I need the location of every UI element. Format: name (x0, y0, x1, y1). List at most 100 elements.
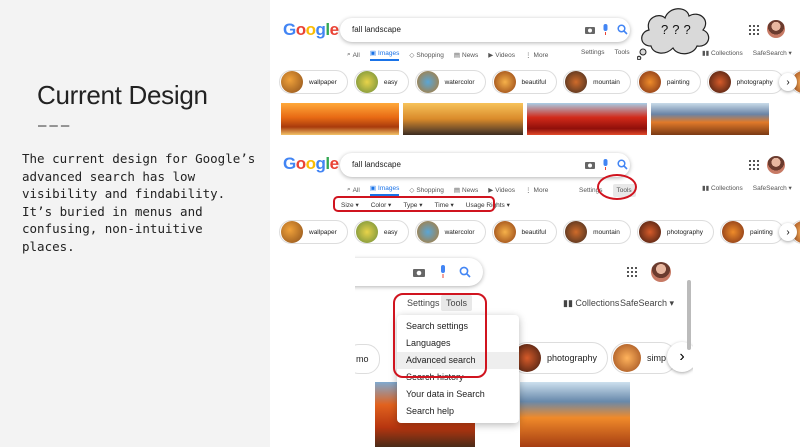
slide-body-text: The current design for Google’s advanced… (22, 151, 256, 254)
image-result[interactable] (527, 103, 647, 135)
tab-news[interactable]: ▤ News (454, 184, 478, 196)
search-icon[interactable] (617, 159, 628, 170)
chips-next-button[interactable]: › (779, 73, 797, 91)
news-icon: ▤ (453, 187, 460, 194)
menu-your-data[interactable]: Your data in Search (397, 386, 519, 403)
chip-painting[interactable]: painting (720, 220, 784, 244)
chip-beautiful[interactable]: beautiful (491, 220, 558, 244)
chip-thumbnail (416, 221, 439, 243)
chip-thumbnail (493, 221, 516, 243)
chip-thumbnail (638, 221, 661, 243)
collections-link[interactable]: ▮▮ Collections (563, 298, 619, 309)
chip-photography[interactable]: photography (636, 220, 715, 244)
search-query[interactable]: fall landscape (352, 160, 401, 169)
search-box[interactable] (355, 258, 483, 286)
menu-search-help[interactable]: Search help (397, 403, 519, 420)
chip-mountain[interactable]: mountain (563, 220, 631, 244)
screenshot-settings-menu: Settings Tools ▮▮ Collections SafeSearch… (355, 252, 693, 447)
search-icon[interactable] (459, 266, 471, 278)
search-box[interactable]: fall landscape (340, 18, 630, 42)
collections-safesearch: ▮▮ Collections SafeSearch ▾ (702, 184, 792, 192)
tab-images[interactable]: ▣ Images (369, 184, 400, 196)
search-icon[interactable] (617, 24, 628, 35)
related-chips: wallpaper easy watercolor beautiful moun… (279, 70, 800, 94)
chip-easy[interactable]: easy (353, 70, 409, 94)
google-logo[interactable]: Google (283, 154, 339, 174)
chip-painting[interactable]: painting (636, 70, 701, 94)
chip-watercolor[interactable]: watercolor (414, 70, 486, 94)
tab-news[interactable]: ▤ News (454, 49, 478, 61)
collections-icon: ▮▮ (563, 298, 576, 308)
camera-icon[interactable] (585, 25, 595, 34)
microphone-icon[interactable] (439, 265, 447, 278)
scrollbar[interactable] (687, 280, 691, 350)
chip-thumbnail (638, 71, 661, 93)
tab-shopping[interactable]: ◇ Shopping (409, 49, 443, 61)
google-logo[interactable]: Google (283, 20, 339, 40)
slide-left-panel: Current Design ——— The current design fo… (0, 0, 270, 447)
apps-grid-icon[interactable] (749, 25, 759, 35)
chevron-right-icon: › (786, 76, 790, 88)
chip-wallpaper[interactable]: wallpaper (279, 70, 348, 94)
search-tabs: ⌕ All ▣ Images ◇ Shopping ▤ News ▶ Videos ⋮ Mo… (347, 184, 548, 196)
chip-wallpaper[interactable]: wallpaper (279, 220, 348, 244)
search-tabs: ⌕ All ▣ Images ◇ Shopping ▤ News ▶ Videos ⋮ Mo… (347, 49, 548, 61)
image-icon: ▣ (369, 50, 377, 57)
video-icon: ▶ (488, 52, 494, 59)
tab-more[interactable]: ⋮ More (525, 49, 548, 61)
apps-grid-icon[interactable] (627, 267, 637, 277)
tools-annotation-circle (597, 174, 637, 200)
news-icon: ▤ (453, 52, 460, 59)
avatar[interactable] (767, 156, 785, 174)
search-query[interactable]: fall landscape (352, 25, 401, 34)
cloud-text: ??? (661, 22, 695, 37)
chip-beautiful[interactable]: beautiful (491, 70, 558, 94)
slide-divider: ——— (38, 118, 73, 134)
chip-easy[interactable]: easy (353, 220, 409, 244)
image-results-row (281, 103, 769, 135)
tag-icon: ◇ (409, 52, 415, 59)
chips-next-button[interactable]: › (779, 223, 797, 241)
tab-all[interactable]: ⌕ All (347, 49, 360, 61)
tab-images[interactable]: ▣ Images (369, 49, 400, 61)
chip-photography[interactable]: photography (706, 70, 784, 94)
search-icon: ⌕ (347, 186, 351, 193)
safesearch-toggle[interactable]: SafeSearch ▾ (620, 298, 674, 309)
settings-tools-links: Settings Tools (581, 49, 630, 56)
microphone-icon[interactable] (602, 24, 609, 35)
image-result[interactable] (520, 382, 630, 447)
image-result[interactable] (651, 103, 769, 135)
camera-icon[interactable] (413, 267, 425, 277)
tab-more[interactable]: ⋮ More (525, 184, 548, 196)
avatar[interactable] (767, 20, 785, 38)
settings-link[interactable]: Settings (581, 49, 605, 56)
camera-icon[interactable] (585, 160, 595, 169)
safesearch-toggle[interactable]: SafeSearch ▾ (753, 184, 792, 192)
chip-thumbnail (613, 344, 641, 372)
chip-partial[interactable]: mo (355, 344, 380, 374)
search-box[interactable]: fall landscape (340, 153, 630, 177)
safesearch-toggle[interactable]: SafeSearch ▾ (753, 49, 792, 57)
image-icon: ▣ (369, 185, 377, 192)
chip-photography[interactable]: photography (511, 342, 609, 374)
related-chips: wallpaper easy watercolor beautiful moun… (279, 220, 800, 244)
avatar[interactable] (651, 262, 671, 282)
tab-videos[interactable]: ▶ Videos (488, 49, 515, 61)
tab-shopping[interactable]: ◇ Shopping (409, 184, 443, 196)
more-icon: ⋮ (525, 187, 532, 194)
tab-all[interactable]: ⌕ All (347, 184, 360, 196)
tab-videos[interactable]: ▶ Videos (488, 184, 515, 196)
image-result[interactable] (403, 103, 523, 135)
chip-thumbnail (281, 221, 303, 243)
collections-link[interactable]: ▮▮ Collections (702, 184, 743, 192)
tag-icon: ◇ (409, 187, 415, 194)
chip-mountain[interactable]: mountain (563, 70, 631, 94)
tools-link[interactable]: Tools (615, 49, 630, 56)
slide-title: Current Design (37, 80, 208, 110)
image-result[interactable] (281, 103, 399, 135)
apps-grid-icon[interactable] (749, 160, 759, 170)
microphone-icon[interactable] (602, 159, 609, 170)
collections-icon: ▮▮ (702, 185, 711, 192)
chip-watercolor[interactable]: watercolor (414, 220, 486, 244)
chip-thumbnail (493, 71, 516, 93)
